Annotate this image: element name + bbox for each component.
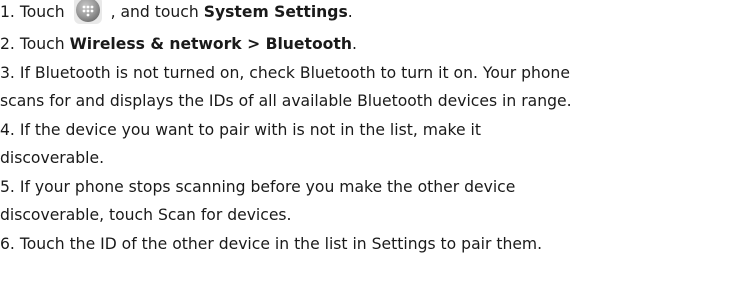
step-2-text-post: . <box>351 35 357 53</box>
step-4-text-line2: discoverable. <box>0 149 105 167</box>
step-5: 5. If your phone stops scanning before y… <box>0 175 515 199</box>
step-1-number: 1. <box>0 3 15 21</box>
step-4-continued: discoverable. <box>0 146 104 170</box>
step-6: 6. Touch the ID of the other device in t… <box>0 232 542 256</box>
step-1-text-post: . <box>347 3 353 21</box>
step-1-text-mid: , and touch <box>110 3 199 21</box>
step-5-text-line1: If your phone stops scanning before you … <box>19 178 516 196</box>
step-3-continued: scans for and displays the IDs of all av… <box>0 89 572 113</box>
step-6-number: 6. <box>0 235 15 253</box>
step-3-text-line1: If Bluetooth is not turned on, check Blu… <box>19 64 570 82</box>
step-1-bold-target: System Settings <box>203 3 348 21</box>
apps-launcher-icon <box>73 0 103 25</box>
step-3-text-line2: scans for and displays the IDs of all av… <box>0 92 572 110</box>
step-4: 4. If the device you want to pair with i… <box>0 118 481 142</box>
step-4-number: 4. <box>0 121 15 139</box>
step-3: 3. If Bluetooth is not turned on, check … <box>0 61 570 85</box>
step-5-number: 5. <box>0 178 15 196</box>
step-3-number: 3. <box>0 64 15 82</box>
step-2-text-pre: Touch <box>19 35 65 53</box>
step-6-text-line1: Touch the ID of the other device in the … <box>19 235 543 253</box>
step-2-number: 2. <box>0 35 15 53</box>
step-4-text-line1: If the device you want to pair with is n… <box>19 121 481 139</box>
step-1-text-pre: Touch <box>19 3 65 21</box>
step-1: 1. Touch , and touch System Settings. <box>0 0 353 24</box>
step-5-text-line2: discoverable, touch Scan for devices. <box>0 206 292 224</box>
step-2-bold-target: Wireless & network > Bluetooth <box>69 35 352 53</box>
step-5-continued: discoverable, touch Scan for devices. <box>0 203 292 227</box>
step-2: 2. Touch Wireless & network > Bluetooth. <box>0 32 357 56</box>
